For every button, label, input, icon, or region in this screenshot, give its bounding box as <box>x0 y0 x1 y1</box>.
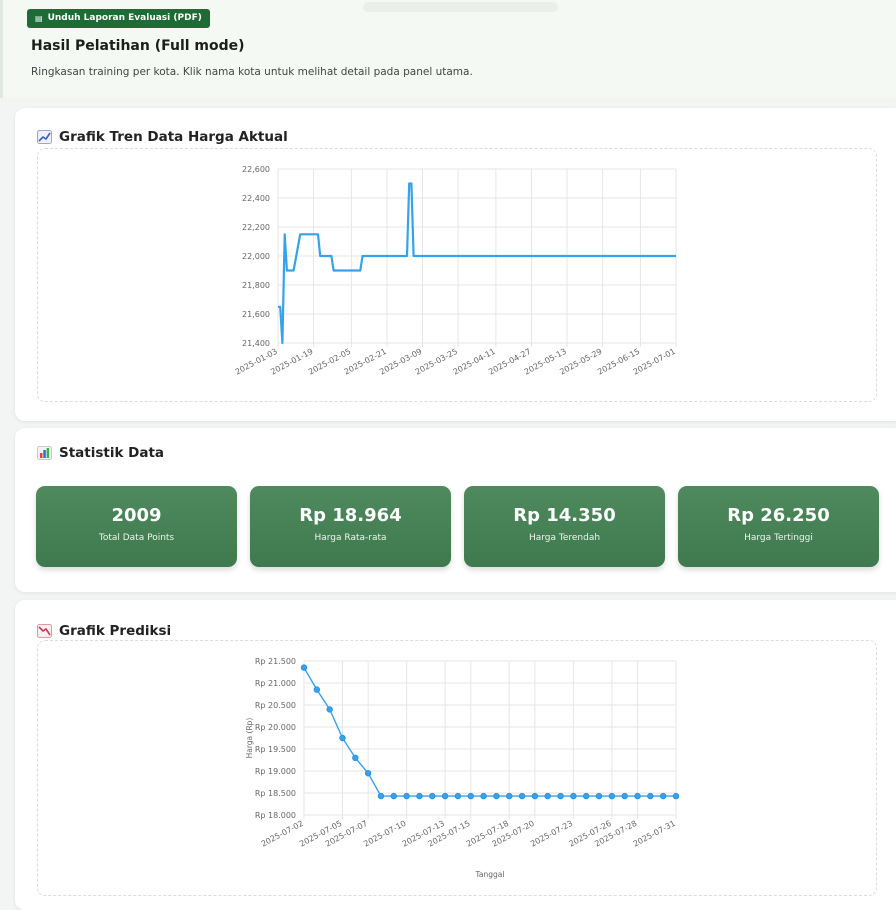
stat-label: Harga Rata-rata <box>314 533 387 543</box>
y-tick-label: 22,000 <box>242 252 270 261</box>
y-tick-label: Rp 21.000 <box>255 679 296 688</box>
y-tick-label: 22,400 <box>242 194 270 203</box>
stat-label: Harga Tertinggi <box>744 533 813 543</box>
y-axis-label: Harga (Rp) <box>245 718 254 759</box>
data-point <box>377 792 385 800</box>
series-line <box>303 667 676 797</box>
stat-value: Rp 14.350 <box>513 505 616 526</box>
data-point <box>352 754 359 761</box>
data-point <box>672 792 680 800</box>
data-point <box>659 792 667 800</box>
stat-card-average-price: Rp 18.964 Harga Rata-rata <box>250 486 451 567</box>
report-header: ▤ Unduh Laporan Evaluasi (PDF) Hasil Pel… <box>0 0 896 98</box>
trend-chart-card: Grafik Tren Data Harga Aktual 21,400 21,6… <box>15 108 896 421</box>
y-tick-label: Rp 20.500 <box>255 701 296 710</box>
data-point <box>621 792 628 800</box>
trend-chart-frame: 21,400 21,600 21,800 22,000 22,200 22,400 22,6… <box>37 148 877 402</box>
data-point <box>390 792 397 800</box>
data-point <box>467 792 474 800</box>
bar-chart-icon <box>37 446 52 460</box>
data-point <box>531 792 539 800</box>
data-point <box>493 792 500 800</box>
data-point <box>647 792 654 800</box>
data-point <box>518 792 526 800</box>
data-point <box>454 792 462 800</box>
data-point <box>364 769 372 777</box>
prediction-chart-title: Grafik Prediksi <box>37 623 171 639</box>
page-title: Hasil Pelatihan (Full mode) <box>31 38 245 54</box>
stat-label: Total Data Points <box>98 533 175 543</box>
trend-chart-title: Grafik Tren Data Harga Aktual <box>37 129 288 145</box>
data-point <box>313 686 321 693</box>
chart-down-icon <box>37 624 52 638</box>
y-tick-label: Rp 21.500 <box>255 657 296 666</box>
page-subtitle: Ringkasan training per kota. Klik nama k… <box>31 66 473 78</box>
chart-up-icon <box>37 130 52 144</box>
prediction-chart-title-text: Grafik Prediksi <box>59 623 172 639</box>
stat-value: Rp 26.250 <box>727 505 830 526</box>
x-tick-label: 2025-07-10 <box>362 819 407 849</box>
data-point <box>583 792 590 800</box>
data-point <box>506 792 513 800</box>
statistics-title-text: Statistik Data <box>59 445 165 461</box>
data-point <box>557 792 564 800</box>
data-point <box>429 792 436 800</box>
data-point <box>403 792 410 800</box>
x-tick-label: 2025-07-02 <box>260 819 305 849</box>
stat-card-highest-price: Rp 26.250 Harga Tertinggi <box>678 486 879 567</box>
y-tick-label: 22,600 <box>242 165 270 174</box>
data-point <box>480 792 487 800</box>
x-axis-label: Tanggal <box>475 870 505 879</box>
statistics-title: Statistik Data <box>37 445 164 461</box>
trend-line-chart: 21,400 21,600 21,800 22,000 22,200 22,400 22,6… <box>234 165 677 377</box>
y-tick-label: 21,400 <box>242 339 270 348</box>
stat-card-total-data: 2009 Total Data Points <box>36 486 237 567</box>
stat-value: 2009 <box>111 505 162 526</box>
scroll-indicator <box>363 2 558 12</box>
y-tick-label: Rp 18.000 <box>255 811 296 820</box>
download-pdf-button[interactable]: ▤ Unduh Laporan Evaluasi (PDF) <box>27 9 210 28</box>
y-tick-label: 21,600 <box>242 310 270 319</box>
data-point <box>339 734 346 742</box>
data-point <box>416 792 423 800</box>
document-icon: ▤ <box>35 14 43 23</box>
y-tick-label: Rp 19.000 <box>255 767 296 776</box>
prediction-chart-card: Grafik Prediksi Rp 18.000 Rp 18.500 Rp 19.… <box>15 600 896 910</box>
y-tick-label: Rp 19.500 <box>255 745 296 754</box>
data-point <box>441 792 449 800</box>
trend-chart-title-text: Grafik Tren Data Harga Aktual <box>59 129 288 145</box>
x-tick-label: 2025-07-31 <box>632 819 677 849</box>
stat-label: Harga Terendah <box>528 533 601 543</box>
data-point <box>544 792 551 800</box>
data-point <box>608 792 616 800</box>
y-tick-label: 21,800 <box>242 281 270 290</box>
prediction-line-chart: Rp 18.000 Rp 18.500 Rp 19.000 Rp 19.500 Rp 2… <box>245 657 680 879</box>
y-tick-label: 22,200 <box>242 223 270 232</box>
x-tick-label: 2025-07-23 <box>529 819 574 849</box>
y-tick-label: Rp 20.000 <box>255 723 296 732</box>
data-point <box>326 706 333 713</box>
data-point <box>634 792 641 800</box>
stat-card-lowest-price: Rp 14.350 Harga Terendah <box>464 486 665 567</box>
download-pdf-label: Unduh Laporan Evaluasi (PDF) <box>47 13 202 23</box>
prediction-chart-frame: Rp 18.000 Rp 18.500 Rp 19.000 Rp 19.500 Rp 2… <box>37 640 877 896</box>
data-point <box>300 664 308 671</box>
y-tick-label: Rp 18.500 <box>255 789 296 798</box>
data-point <box>570 792 577 800</box>
stat-value: Rp 18.964 <box>299 505 402 526</box>
series-line <box>278 182 676 345</box>
data-point <box>595 792 603 800</box>
